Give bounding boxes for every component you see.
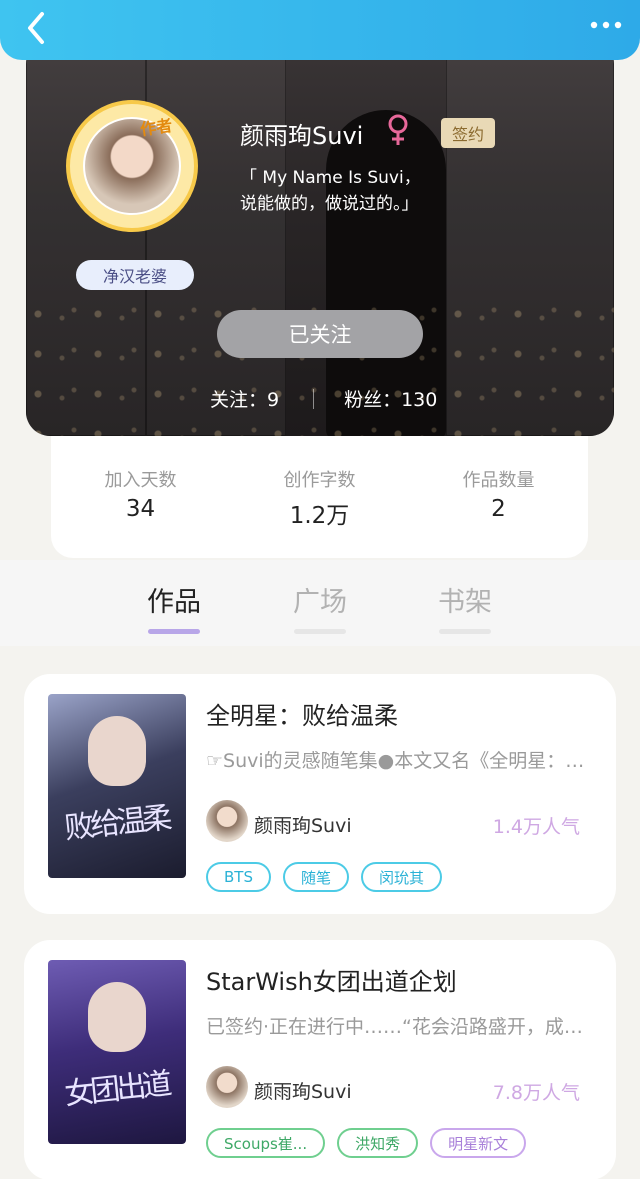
stat-join-days: 加入天数 34 xyxy=(51,466,230,558)
book-card[interactable]: 败给温柔 全明星：败给温柔 ☞Suvi的灵感随笔集●本文又名《全明星：败给温柔》… xyxy=(24,674,616,914)
author-tag: 作者 xyxy=(139,115,174,140)
book-title[interactable]: StarWish女团出道企划 xyxy=(206,962,457,997)
book-title[interactable]: 全明星：败给温柔 xyxy=(206,696,398,731)
tab-square[interactable]: 广场 xyxy=(270,580,370,634)
tag[interactable]: 随笔 xyxy=(282,862,349,892)
fans-count[interactable]: 粉丝：130 xyxy=(344,385,437,412)
tag[interactable]: Scoups崔... xyxy=(206,1128,326,1158)
book-author: 颜雨珣Suvi xyxy=(254,815,352,837)
tab-indicator xyxy=(294,629,346,634)
female-icon xyxy=(388,114,408,145)
stat-word-count: 创作字数 1.2万 xyxy=(230,466,409,558)
tag-list: Scoups崔... 洪知秀 明星新文 xyxy=(206,1128,527,1158)
tab-indicator xyxy=(439,629,491,634)
more-dots-icon xyxy=(590,21,622,29)
nickname-badge: 净汉老婆 xyxy=(76,260,194,290)
stat-label: 创作字数 xyxy=(283,470,356,491)
book-description: 已签约·正在进行中……“花会沿路盛开，成为星光 xyxy=(206,1016,601,1038)
profile-name: 颜雨珣Suvi xyxy=(240,122,364,150)
tag[interactable]: 闵玧其 xyxy=(361,862,443,892)
tab-works[interactable]: 作品 xyxy=(124,580,224,634)
tab-label: 作品 xyxy=(147,587,201,618)
author-avatar xyxy=(206,800,248,842)
stat-value: 1.2万 xyxy=(289,503,350,529)
stat-value: 2 xyxy=(491,496,506,522)
cover-figure xyxy=(88,716,146,786)
tag[interactable]: 明星新文 xyxy=(430,1128,527,1158)
divider xyxy=(313,388,315,409)
following-count[interactable]: 关注：9 xyxy=(210,385,279,412)
tag[interactable]: BTS xyxy=(206,862,271,892)
profile-bio: 「 My Name Is Suvi， 说能做的，做说过的。」 xyxy=(240,168,421,214)
avatar[interactable] xyxy=(66,100,198,232)
book-card[interactable]: 女团出道 StarWish女团出道企划 已签约·正在进行中……“花会沿路盛开，成… xyxy=(24,940,616,1179)
follow-stats: 关注：9 粉丝：130 xyxy=(210,385,437,412)
book-cover[interactable]: 败给温柔 xyxy=(48,694,186,878)
tag-list: BTS 随笔 闵玧其 xyxy=(206,862,443,892)
signed-badge: 签约 xyxy=(441,118,495,148)
cover-title-art: 败给温柔 xyxy=(62,800,170,847)
popularity: 1.4万人气 xyxy=(492,816,580,838)
popularity: 7.8万人气 xyxy=(492,1082,580,1104)
cover-figure xyxy=(88,982,146,1052)
tab-label: 广场 xyxy=(293,587,347,618)
stats-card: 加入天数 34 创作字数 1.2万 作品数量 2 xyxy=(51,420,588,558)
cover-title-art: 女团出道 xyxy=(62,1066,170,1113)
author-avatar xyxy=(206,1066,248,1108)
stat-label: 作品数量 xyxy=(462,470,535,491)
follow-button[interactable]: 已关注 xyxy=(217,310,423,358)
stat-label: 加入天数 xyxy=(104,470,177,491)
stat-works-count: 作品数量 2 xyxy=(409,466,588,558)
tab-bookshelf[interactable]: 书架 xyxy=(415,580,515,634)
book-cover[interactable]: 女团出道 xyxy=(48,960,186,1144)
back-button[interactable] xyxy=(18,8,58,48)
book-author: 颜雨珣Suvi xyxy=(254,1081,352,1103)
tab-bar: 作品 广场 书架 xyxy=(0,560,640,646)
profile-hero xyxy=(26,40,614,436)
tag[interactable]: 洪知秀 xyxy=(337,1128,419,1158)
top-bar xyxy=(0,0,640,60)
book-description: ☞Suvi的灵感随笔集●本文又名《全明星：败给温柔》 xyxy=(206,750,601,772)
tab-indicator xyxy=(148,629,200,634)
more-button[interactable] xyxy=(586,12,626,42)
chevron-left-icon xyxy=(28,12,44,44)
stat-value: 34 xyxy=(125,496,156,522)
tab-label: 书架 xyxy=(438,587,492,618)
